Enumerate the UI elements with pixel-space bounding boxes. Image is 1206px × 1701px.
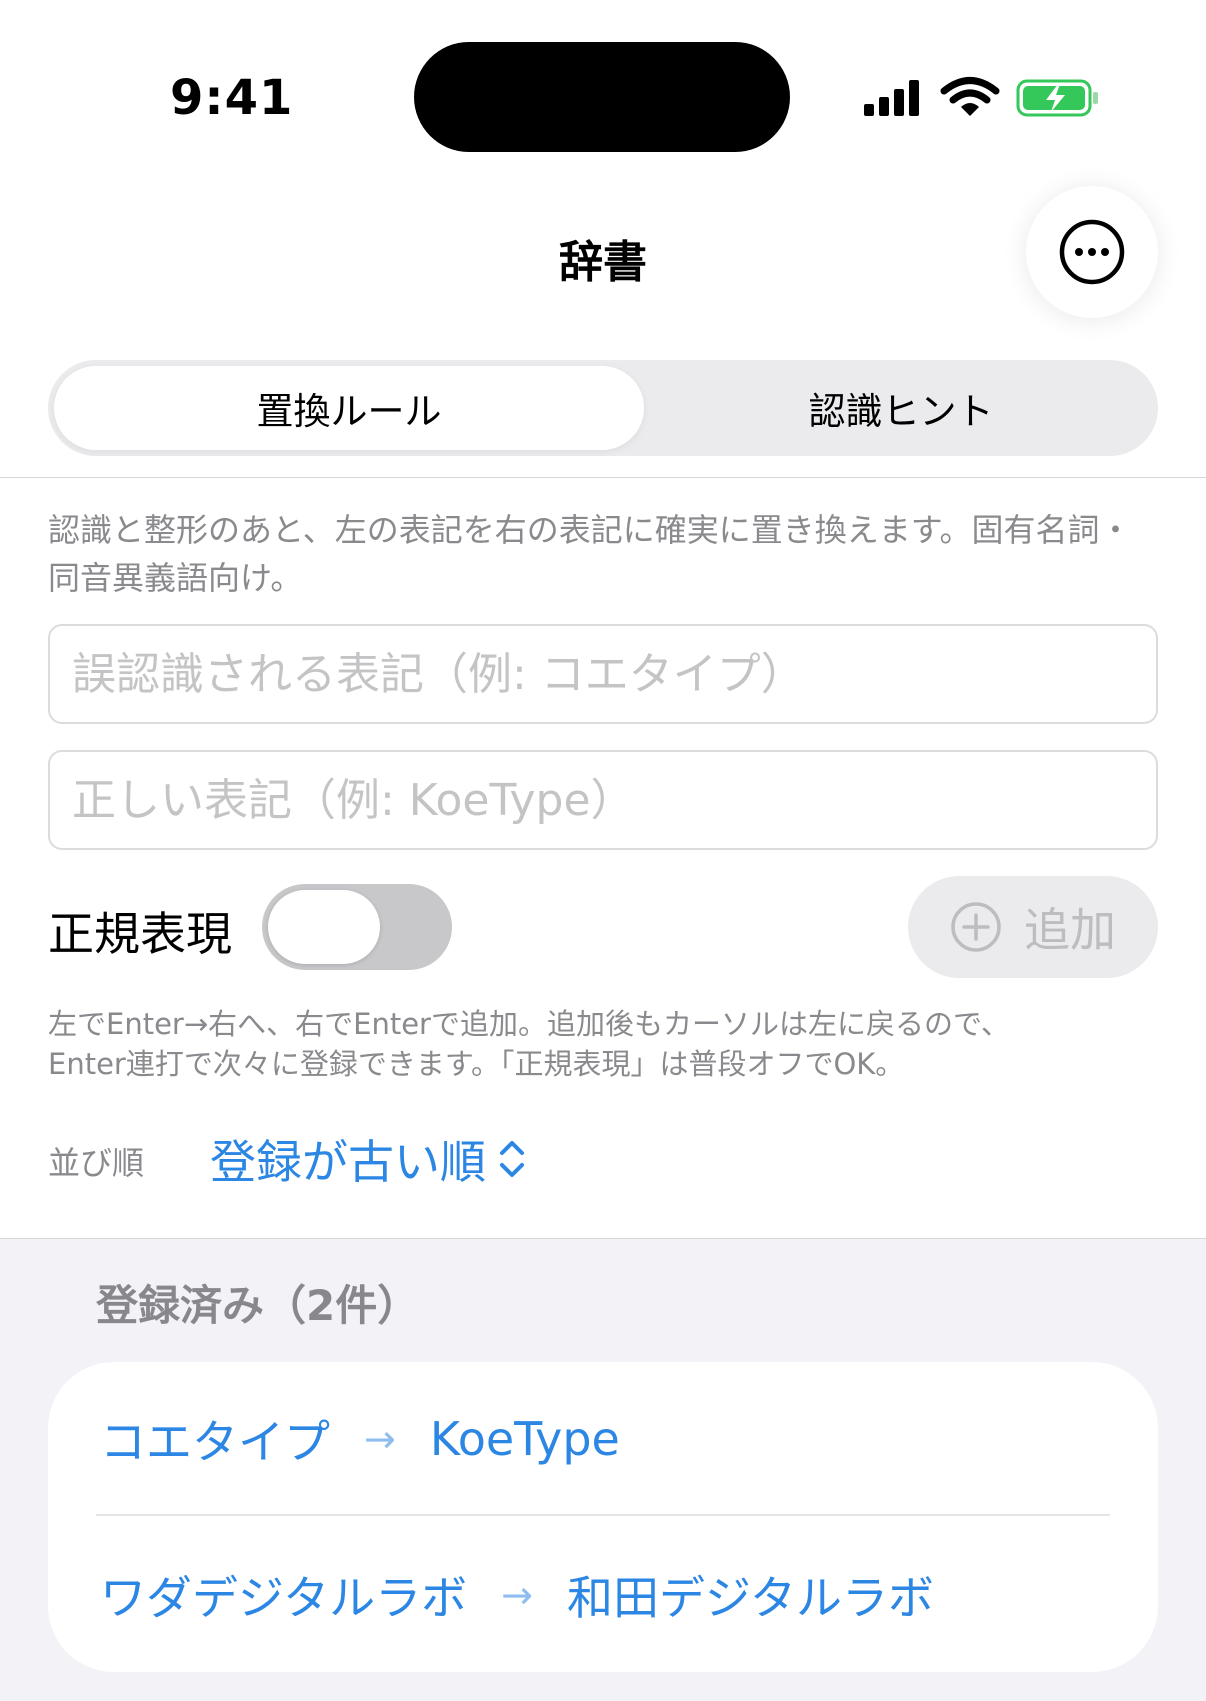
dynamic-island bbox=[414, 42, 790, 152]
rule-from: ワダデジタルラボ bbox=[100, 1571, 468, 1625]
section-header: 登録済み（2件） bbox=[96, 1281, 420, 1330]
tab-replacement-rules[interactable]: 置換ルール bbox=[54, 360, 644, 456]
helper-text-line: 左でEnter→右へ、右でEnterで追加。追加後もカーソルは左に戻るので、 bbox=[48, 1007, 1010, 1041]
wifi-icon bbox=[940, 77, 1000, 116]
regex-toggle[interactable] bbox=[262, 884, 452, 970]
regex-label: 正規表現 bbox=[48, 907, 232, 961]
description-text: 認識と整形のあと、左の表記を右の表記に確実に置き換えます。固有名詞・同音異義語向… bbox=[48, 511, 1132, 597]
page-title: 辞書 bbox=[559, 237, 647, 288]
chevron-up-down-icon bbox=[500, 1141, 524, 1177]
list-item[interactable]: コエタイプ → KoeType bbox=[100, 1362, 1110, 1516]
registered-list-card: コエタイプ → KoeType ワダデジタルラボ → 和田デジタルラボ bbox=[48, 1362, 1158, 1672]
helper-text: 左でEnter→右へ、右でEnterで追加。追加後もカーソルは左に戻るので、 E… bbox=[48, 1004, 1158, 1084]
cellular-signal-icon bbox=[864, 80, 919, 116]
ellipsis-circle-icon bbox=[1059, 219, 1125, 285]
add-button-label: 追加 bbox=[1024, 903, 1116, 957]
tab-recognition-hints[interactable]: 認識ヒント bbox=[648, 360, 1154, 456]
sort-value: 登録が古い順 bbox=[210, 1135, 486, 1189]
row-divider bbox=[96, 1514, 1110, 1516]
sort-label: 並び順 bbox=[48, 1144, 145, 1182]
rule-to: KoeType bbox=[429, 1412, 620, 1466]
arrow-icon: → bbox=[364, 1417, 396, 1461]
list-item[interactable]: ワダデジタルラボ → 和田デジタルラボ bbox=[100, 1518, 1110, 1672]
plus-circle-icon bbox=[951, 902, 1001, 952]
sort-picker[interactable]: 登録が古い順 bbox=[210, 1126, 528, 1192]
arrow-icon: → bbox=[501, 1573, 533, 1617]
add-button[interactable]: 追加 bbox=[908, 876, 1158, 978]
status-time: 9:41 bbox=[170, 70, 294, 126]
wrong-term-input[interactable] bbox=[48, 624, 1158, 724]
battery-charging-icon bbox=[1016, 79, 1098, 117]
rule-from: コエタイプ bbox=[100, 1415, 330, 1469]
helper-text-line: Enter連打で次々に登録できます。「正規表現」は普段オフでOK。 bbox=[48, 1047, 905, 1081]
correct-term-input[interactable] bbox=[48, 750, 1158, 850]
divider bbox=[0, 477, 1206, 478]
segmented-control: 置換ルール 認識ヒント bbox=[48, 360, 1158, 456]
more-button[interactable] bbox=[1026, 186, 1158, 318]
toggle-knob bbox=[268, 890, 380, 964]
rule-to: 和田デジタルラボ bbox=[566, 1571, 935, 1625]
